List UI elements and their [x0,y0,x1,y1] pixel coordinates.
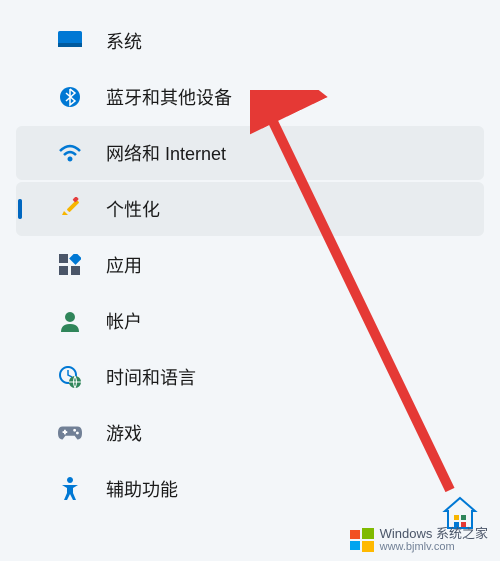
sidebar-item-bluetooth[interactable]: 蓝牙和其他设备 [16,70,484,124]
sidebar-item-label: 系统 [106,28,142,54]
sidebar-item-account[interactable]: 帐户 [16,294,484,348]
windows-logo-icon [350,528,374,552]
accessibility-icon [58,477,82,501]
sidebar-item-label: 网络和 Internet [106,140,226,166]
watermark-brand: Windows 系统之家 [380,527,488,541]
sidebar-item-accessibility[interactable]: 辅助功能 [16,462,484,516]
bluetooth-icon [58,85,82,109]
sidebar-item-personalization[interactable]: 个性化 [16,182,484,236]
sidebar-item-label: 时间和语言 [106,364,196,390]
sidebar-item-gaming[interactable]: 游戏 [16,406,484,460]
personalization-icon [58,197,82,221]
sidebar-item-system[interactable]: 系统 [16,14,484,68]
sidebar-item-label: 帐户 [106,308,142,334]
sidebar-item-label: 蓝牙和其他设备 [106,84,232,110]
clock-globe-icon [58,365,82,389]
sidebar-item-network[interactable]: 网络和 Internet [16,126,484,180]
watermark-url: www.bjmlv.com [380,541,488,553]
watermark: Windows 系统之家 www.bjmlv.com [350,527,488,553]
gaming-controller-icon [58,421,82,445]
account-icon [58,309,82,333]
sidebar-item-label: 个性化 [106,196,160,222]
apps-icon [58,253,82,277]
sidebar-item-time[interactable]: 时间和语言 [16,350,484,404]
system-icon [58,29,82,53]
sidebar-item-apps[interactable]: 应用 [16,238,484,292]
sidebar-item-label: 游戏 [106,420,142,446]
wifi-icon [58,141,82,165]
settings-sidebar: 系统 蓝牙和其他设备 网络和 Internet [0,0,500,530]
sidebar-item-label: 辅助功能 [106,476,178,502]
sidebar-item-label: 应用 [106,252,142,278]
